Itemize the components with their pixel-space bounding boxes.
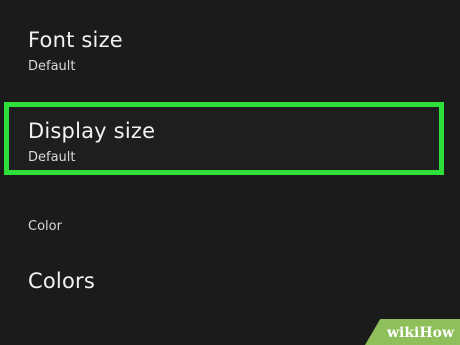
display-size-value: Default xyxy=(28,150,76,165)
colors-title: Colors xyxy=(28,269,95,293)
color-section-header: Color xyxy=(28,219,62,234)
font-size-title: Font size xyxy=(28,28,123,52)
display-size-title: Display size xyxy=(28,119,156,143)
wikihow-watermark-text: wikiHow xyxy=(386,325,454,341)
font-size-setting[interactable]: Font size Default xyxy=(0,0,460,92)
font-size-value: Default xyxy=(28,59,76,74)
display-size-setting[interactable]: Display size Default xyxy=(0,102,460,182)
colors-setting[interactable]: Colors xyxy=(0,255,460,315)
